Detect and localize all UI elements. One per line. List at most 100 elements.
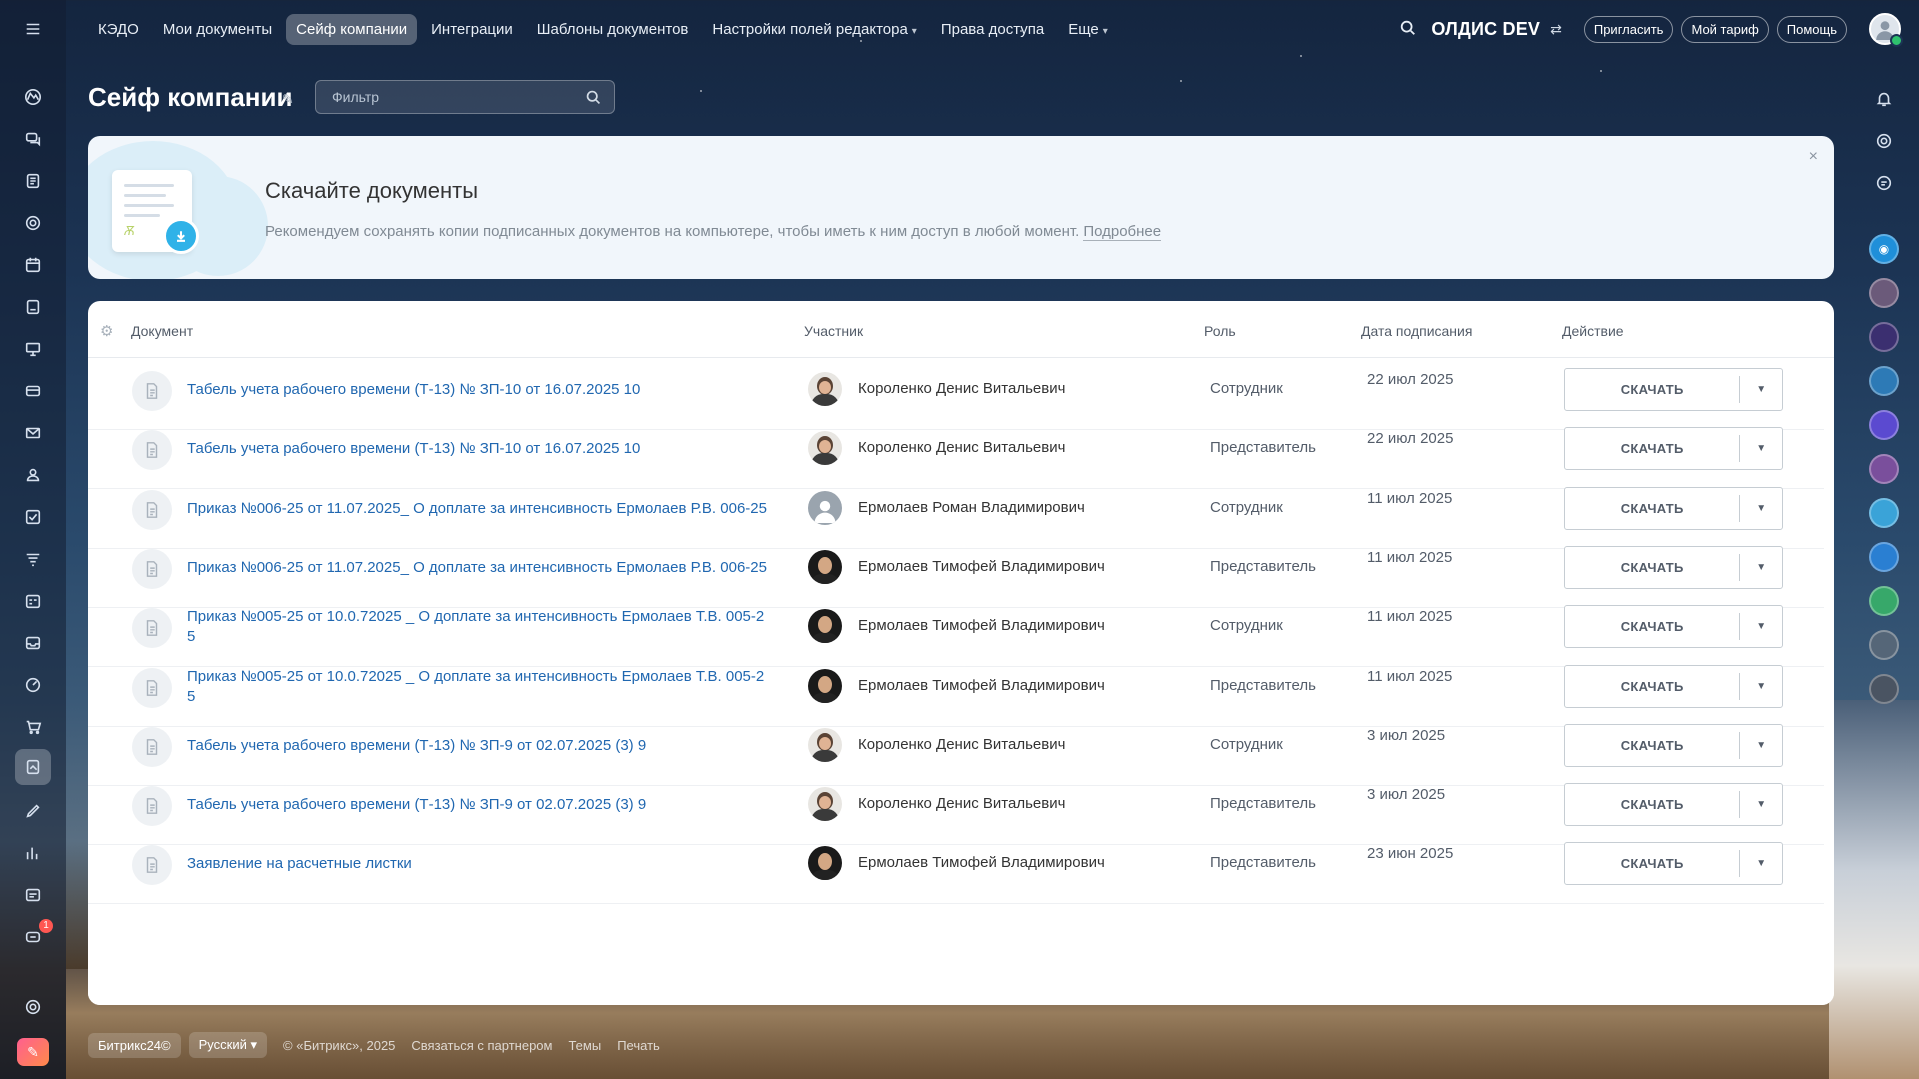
company-name[interactable]: ОЛДИС DEV xyxy=(1431,19,1540,40)
chevron-down-icon[interactable]: ▼ xyxy=(1740,503,1782,514)
participant-avatar[interactable] xyxy=(808,549,842,584)
calendar-icon[interactable] xyxy=(19,251,47,279)
bell-icon[interactable] xyxy=(1869,84,1899,114)
pen-icon[interactable] xyxy=(19,797,47,825)
chevron-down-icon[interactable]: ▼ xyxy=(1740,621,1782,632)
download-button[interactable]: СКАЧАТЬ xyxy=(1565,797,1739,812)
planner-icon[interactable] xyxy=(19,587,47,615)
participant-avatar[interactable] xyxy=(808,609,842,644)
inbox-icon[interactable] xyxy=(19,629,47,657)
terminal-icon[interactable] xyxy=(19,881,47,909)
bot-avatar[interactable]: ◉ xyxy=(1869,234,1899,264)
disk-icon[interactable] xyxy=(19,293,47,321)
target-icon[interactable] xyxy=(19,209,47,237)
nav-integrations[interactable]: Интеграции xyxy=(421,14,523,45)
notifications-app-icon[interactable]: 1 xyxy=(19,919,53,951)
contact-avatar[interactable] xyxy=(1869,410,1899,440)
contact-avatar[interactable] xyxy=(1869,278,1899,308)
filter-field[interactable] xyxy=(315,80,615,114)
download-button[interactable]: СКАЧАТЬ xyxy=(1565,382,1739,397)
contact-avatar[interactable] xyxy=(1869,630,1899,660)
participant-name[interactable]: Ермолаев Роман Владимирович xyxy=(858,499,1085,516)
participant-name[interactable]: Короленко Денис Витальевич xyxy=(858,795,1065,812)
footer-partner-link[interactable]: Связаться с партнером xyxy=(411,1038,552,1053)
settings-icon[interactable] xyxy=(19,993,47,1021)
reports-icon[interactable] xyxy=(19,839,47,867)
participant-name[interactable]: Ермолаев Тимофей Владимирович xyxy=(858,558,1105,575)
document-link[interactable]: Табель учета рабочего времени (Т-13) № З… xyxy=(187,439,767,459)
participant-name[interactable]: Ермолаев Тимофей Владимирович xyxy=(858,854,1105,871)
messenger-icon[interactable] xyxy=(1869,168,1899,198)
help-button[interactable]: Помощь xyxy=(1776,15,1847,43)
switch-icon[interactable]: ⇄ xyxy=(1550,21,1562,38)
download-button[interactable]: СКАЧАТЬ xyxy=(1565,441,1739,456)
download-button[interactable]: СКАЧАТЬ xyxy=(1565,619,1739,634)
card-icon[interactable] xyxy=(19,377,47,405)
filter-input[interactable] xyxy=(332,89,572,105)
document-link[interactable]: Приказ №005-25 от 10.0.72025 _ О доплате… xyxy=(187,667,767,707)
nav-editor-field-settings[interactable]: Настройки полей редактора ▾ xyxy=(702,14,926,45)
chevron-down-icon[interactable]: ▼ xyxy=(1740,740,1782,751)
chevron-down-icon[interactable]: ▼ xyxy=(1740,799,1782,810)
group-chat-avatar[interactable] xyxy=(1869,542,1899,572)
chevron-down-icon[interactable]: ▼ xyxy=(1740,384,1782,395)
column-participant[interactable]: Участник xyxy=(804,323,863,339)
download-button[interactable]: СКАЧАТЬ xyxy=(1565,501,1739,516)
download-button[interactable]: СКАЧАТЬ xyxy=(1565,856,1739,871)
document-link[interactable]: Заявление на расчетные листки xyxy=(187,854,767,874)
gear-icon[interactable]: ⚙ xyxy=(100,322,113,340)
participant-avatar[interactable] xyxy=(808,372,842,406)
column-role[interactable]: Роль xyxy=(1204,323,1236,339)
presentation-icon[interactable] xyxy=(19,335,47,363)
sign-docs-icon[interactable] xyxy=(15,749,51,785)
contact-avatar[interactable] xyxy=(1869,322,1899,352)
participant-avatar[interactable] xyxy=(808,668,842,703)
participant-avatar[interactable] xyxy=(808,727,842,762)
nav-kedo[interactable]: КЭДО xyxy=(88,14,149,45)
participant-avatar[interactable] xyxy=(808,846,842,881)
group-chat-avatar[interactable] xyxy=(1869,498,1899,528)
document-link[interactable]: Табель учета рабочего времени (Т-13) № З… xyxy=(187,795,767,815)
chevron-down-icon[interactable]: ▼ xyxy=(1740,443,1782,454)
contact-avatar[interactable] xyxy=(1869,366,1899,396)
participant-name[interactable]: Короленко Денис Витальевич xyxy=(858,439,1065,456)
nav-more[interactable]: Еще ▾ xyxy=(1058,14,1118,45)
participant-avatar[interactable] xyxy=(808,431,842,466)
contact-avatar[interactable] xyxy=(1869,674,1899,704)
nav-my-documents[interactable]: Мои документы xyxy=(153,14,282,45)
column-action[interactable]: Действие xyxy=(1562,323,1624,339)
participant-avatar[interactable] xyxy=(808,787,842,822)
document-link[interactable]: Приказ №005-25 от 10.0.72025 _ О доплате… xyxy=(187,607,767,647)
app-launcher-icon[interactable]: ✎ xyxy=(17,1038,49,1066)
footer-brand[interactable]: Битрикс24© xyxy=(88,1032,181,1058)
document-link[interactable]: Приказ №006-25 от 11.07.2025_ О доплате … xyxy=(187,499,767,519)
download-button[interactable]: СКАЧАТЬ xyxy=(1565,560,1739,575)
contact-avatar[interactable] xyxy=(1869,454,1899,484)
participant-name[interactable]: Короленко Денис Витальевич xyxy=(858,380,1065,397)
mail-icon[interactable] xyxy=(19,419,47,447)
nav-access-rights[interactable]: Права доступа xyxy=(931,14,1054,45)
analytics-icon[interactable] xyxy=(19,671,47,699)
document-link[interactable]: Табель учета рабочего времени (Т-13) № З… xyxy=(187,736,767,756)
download-button[interactable]: СКАЧАТЬ xyxy=(1565,679,1739,694)
language-select[interactable]: Русский ▾ xyxy=(188,1032,268,1058)
documents-icon[interactable] xyxy=(19,167,47,195)
document-link[interactable]: Табель учета рабочего времени (Т-13) № З… xyxy=(187,380,767,400)
search-icon[interactable] xyxy=(585,89,602,109)
download-button[interactable]: СКАЧАТЬ xyxy=(1565,738,1739,753)
search-icon[interactable] xyxy=(1399,19,1417,40)
chevron-down-icon[interactable]: ▼ xyxy=(1740,681,1782,692)
participant-name[interactable]: Ермолаев Тимофей Владимирович xyxy=(858,617,1105,634)
chevron-down-icon[interactable]: ▼ xyxy=(1740,858,1782,869)
chat-icon[interactable] xyxy=(19,125,47,153)
copilot-icon[interactable] xyxy=(1869,126,1899,156)
participant-name[interactable]: Короленко Денис Витальевич xyxy=(858,736,1065,753)
nav-company-safe[interactable]: Сейф компании xyxy=(286,13,418,45)
footer-print-link[interactable]: Печать xyxy=(617,1038,660,1053)
invite-button[interactable]: Пригласить xyxy=(1583,15,1674,43)
close-icon[interactable]: × xyxy=(1809,148,1818,166)
cart-icon[interactable] xyxy=(19,713,47,741)
nav-document-templates[interactable]: Шаблоны документов xyxy=(527,14,699,45)
user-avatar[interactable] xyxy=(1869,13,1903,47)
participant-name[interactable]: Ермолаев Тимофей Владимирович xyxy=(858,677,1105,694)
